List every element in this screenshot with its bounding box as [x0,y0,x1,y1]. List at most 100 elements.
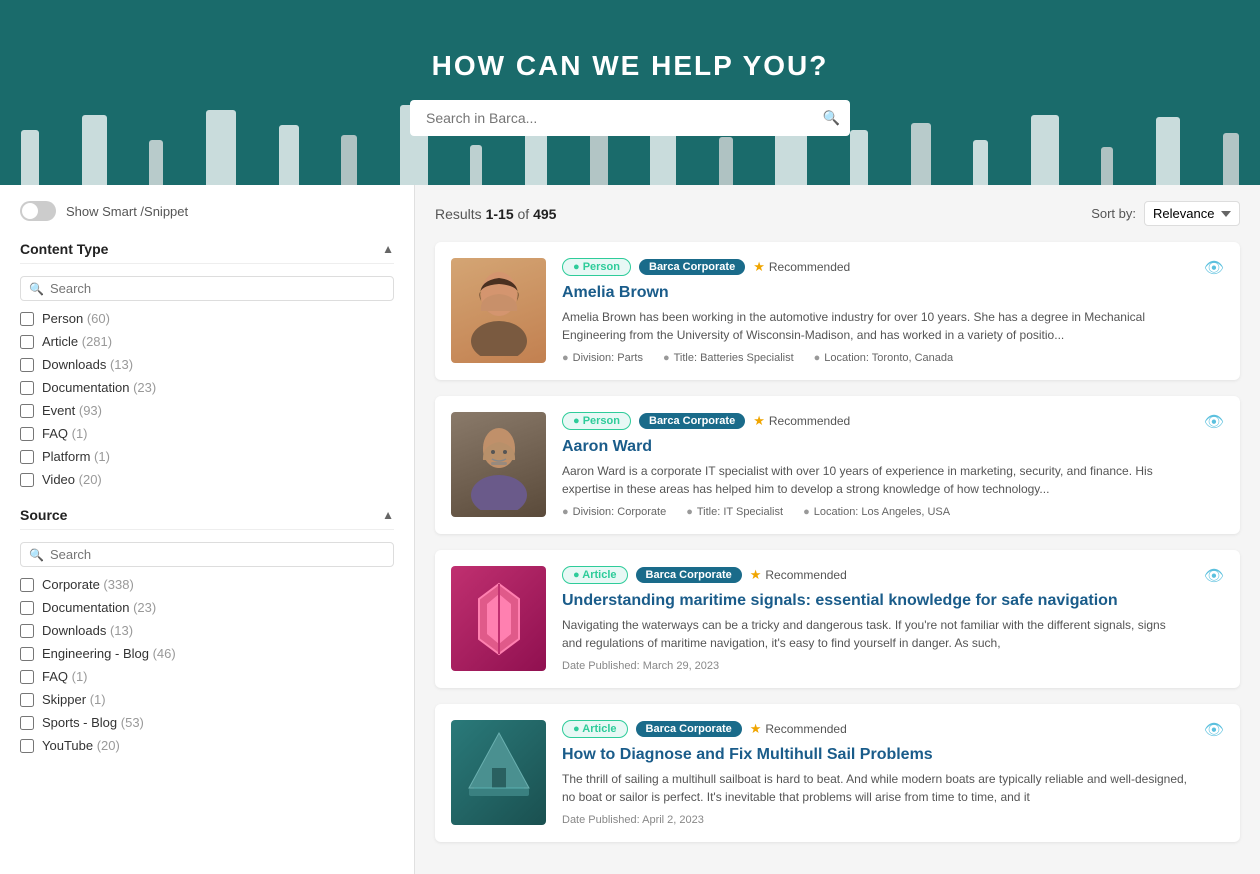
content-type-item-label: Video (20) [42,472,102,487]
source-item[interactable]: Downloads (13) [20,623,394,638]
search-icon: 🔍 [823,109,840,126]
source-checkbox[interactable] [20,578,34,592]
result-source-tag[interactable]: Barca Corporate [636,567,742,583]
result-title[interactable]: Amelia Brown [562,284,1188,302]
source-item[interactable]: YouTube (20) [20,738,394,753]
eye-icon[interactable]: 👁 [1204,258,1224,278]
main-layout: Show Smart /Snippet Content Type ▲ 🔍 Per… [0,185,1260,874]
results-of: of [518,206,530,222]
result-recommended: ★ Recommended [750,721,847,737]
meta-label: Division: Corporate [573,506,667,518]
content-type-item[interactable]: Platform (1) [20,449,394,464]
result-title[interactable]: How to Diagnose and Fix Multihull Sail P… [562,746,1188,764]
source-item-label: Documentation (23) [42,600,156,615]
content-type-checkbox[interactable] [20,473,34,487]
content-type-checkbox[interactable] [20,312,34,326]
source-checkbox[interactable] [20,693,34,707]
result-image [451,258,546,363]
result-source-tag[interactable]: Barca Corporate [639,413,745,429]
result-description: Navigating the waterways can be a tricky… [562,616,1188,652]
search-input[interactable] [410,100,850,136]
result-card: ● Article Barca Corporate ★ Recommended … [435,704,1240,842]
content-type-header[interactable]: Content Type ▲ [20,241,394,264]
source-header[interactable]: Source ▲ [20,507,394,530]
sort-select[interactable]: Relevance Date Title [1144,201,1240,226]
meta-label: Location: Los Angeles, USA [814,506,950,518]
content-type-checkbox[interactable] [20,381,34,395]
result-tags: ● Article Barca Corporate ★ Recommended [562,566,1188,584]
source-checkbox[interactable] [20,647,34,661]
source-search-input[interactable] [50,547,385,562]
content-type-item-label: FAQ (1) [42,426,88,441]
content-type-items: Person (60) Article (281) Downloads (13) Do… [20,311,394,487]
star-icon: ★ [753,259,765,275]
result-type-tag[interactable]: ● Person [562,412,631,430]
hero-title: HOW CAN WE HELP YOU? [432,50,829,82]
content-type-item[interactable]: Event (93) [20,403,394,418]
source-item[interactable]: FAQ (1) [20,669,394,684]
smart-snippet-label: Show Smart /Snippet [66,204,188,219]
results-count: Results 1-15 of 495 [435,206,556,222]
content-type-search-input[interactable] [50,281,385,296]
source-item-label: Sports - Blog (53) [42,715,144,730]
content-type-checkbox[interactable] [20,335,34,349]
eye-icon[interactable]: 👁 [1204,566,1224,586]
source-item[interactable]: Corporate (338) [20,577,394,592]
source-item[interactable]: Documentation (23) [20,600,394,615]
result-meta-item: ● Title: Batteries Specialist [663,352,794,364]
source-item-label: FAQ (1) [42,669,88,684]
result-meta-item: ● Division: Parts [562,352,643,364]
results-text: Results [435,206,482,222]
content-type-item[interactable]: Person (60) [20,311,394,326]
eye-icon[interactable]: 👁 [1204,412,1224,432]
result-content: ● Article Barca Corporate ★ Recommended … [562,720,1188,826]
result-source-tag[interactable]: Barca Corporate [636,721,742,737]
source-search-wrap: 🔍 [20,542,394,567]
search-bar-container[interactable]: 🔍 [410,100,850,136]
result-type-tag[interactable]: ● Person [562,258,631,276]
source-item-label: Downloads (13) [42,623,133,638]
content-type-item-label: Person (60) [42,311,110,326]
result-type-tag[interactable]: ● Article [562,566,628,584]
result-recommended: ★ Recommended [750,567,847,583]
results-area: Results 1-15 of 495 Sort by: Relevance D… [415,185,1260,874]
result-image [451,720,546,825]
result-recommended: ★ Recommended [753,413,850,429]
result-tags: ● Person Barca Corporate ★ Recommended [562,258,1188,276]
result-content: ● Person Barca Corporate ★ Recommended A… [562,258,1188,364]
source-item-label: YouTube (20) [42,738,120,753]
source-section: Source ▲ 🔍 Corporate (338) Documentation … [20,507,394,753]
content-type-checkbox[interactable] [20,358,34,372]
content-type-checkbox[interactable] [20,404,34,418]
content-type-item[interactable]: Article (281) [20,334,394,349]
hero-section: HOW CAN WE HELP YOU? 🔍 [0,0,1260,185]
result-source-tag[interactable]: Barca Corporate [639,259,745,275]
source-checkbox[interactable] [20,739,34,753]
source-checkbox[interactable] [20,716,34,730]
badge-icon: ● [663,352,670,364]
source-item[interactable]: Sports - Blog (53) [20,715,394,730]
content-type-item[interactable]: FAQ (1) [20,426,394,441]
source-item[interactable]: Engineering - Blog (46) [20,646,394,661]
content-type-item[interactable]: Documentation (23) [20,380,394,395]
result-title[interactable]: Understanding maritime signals: essentia… [562,592,1188,610]
smart-snippet-toggle[interactable] [20,201,56,221]
eye-icon[interactable]: 👁 [1204,720,1224,740]
source-checkbox[interactable] [20,601,34,615]
content-type-item[interactable]: Video (20) [20,472,394,487]
result-title[interactable]: Aaron Ward [562,438,1188,456]
content-type-section: Content Type ▲ 🔍 Person (60)Article (281… [20,241,394,487]
location-icon: ● [803,506,810,518]
content-type-item[interactable]: Downloads (13) [20,357,394,372]
source-item[interactable]: Skipper (1) [20,692,394,707]
results-range: 1-15 [486,206,514,222]
content-type-checkbox[interactable] [20,427,34,441]
results-total: 495 [533,206,556,222]
meta-label: Location: Toronto, Canada [824,352,953,364]
sort-label: Sort by: [1091,206,1136,221]
content-type-checkbox[interactable] [20,450,34,464]
source-checkbox[interactable] [20,624,34,638]
source-checkbox[interactable] [20,670,34,684]
result-type-tag[interactable]: ● Article [562,720,628,738]
star-icon: ★ [750,567,762,583]
